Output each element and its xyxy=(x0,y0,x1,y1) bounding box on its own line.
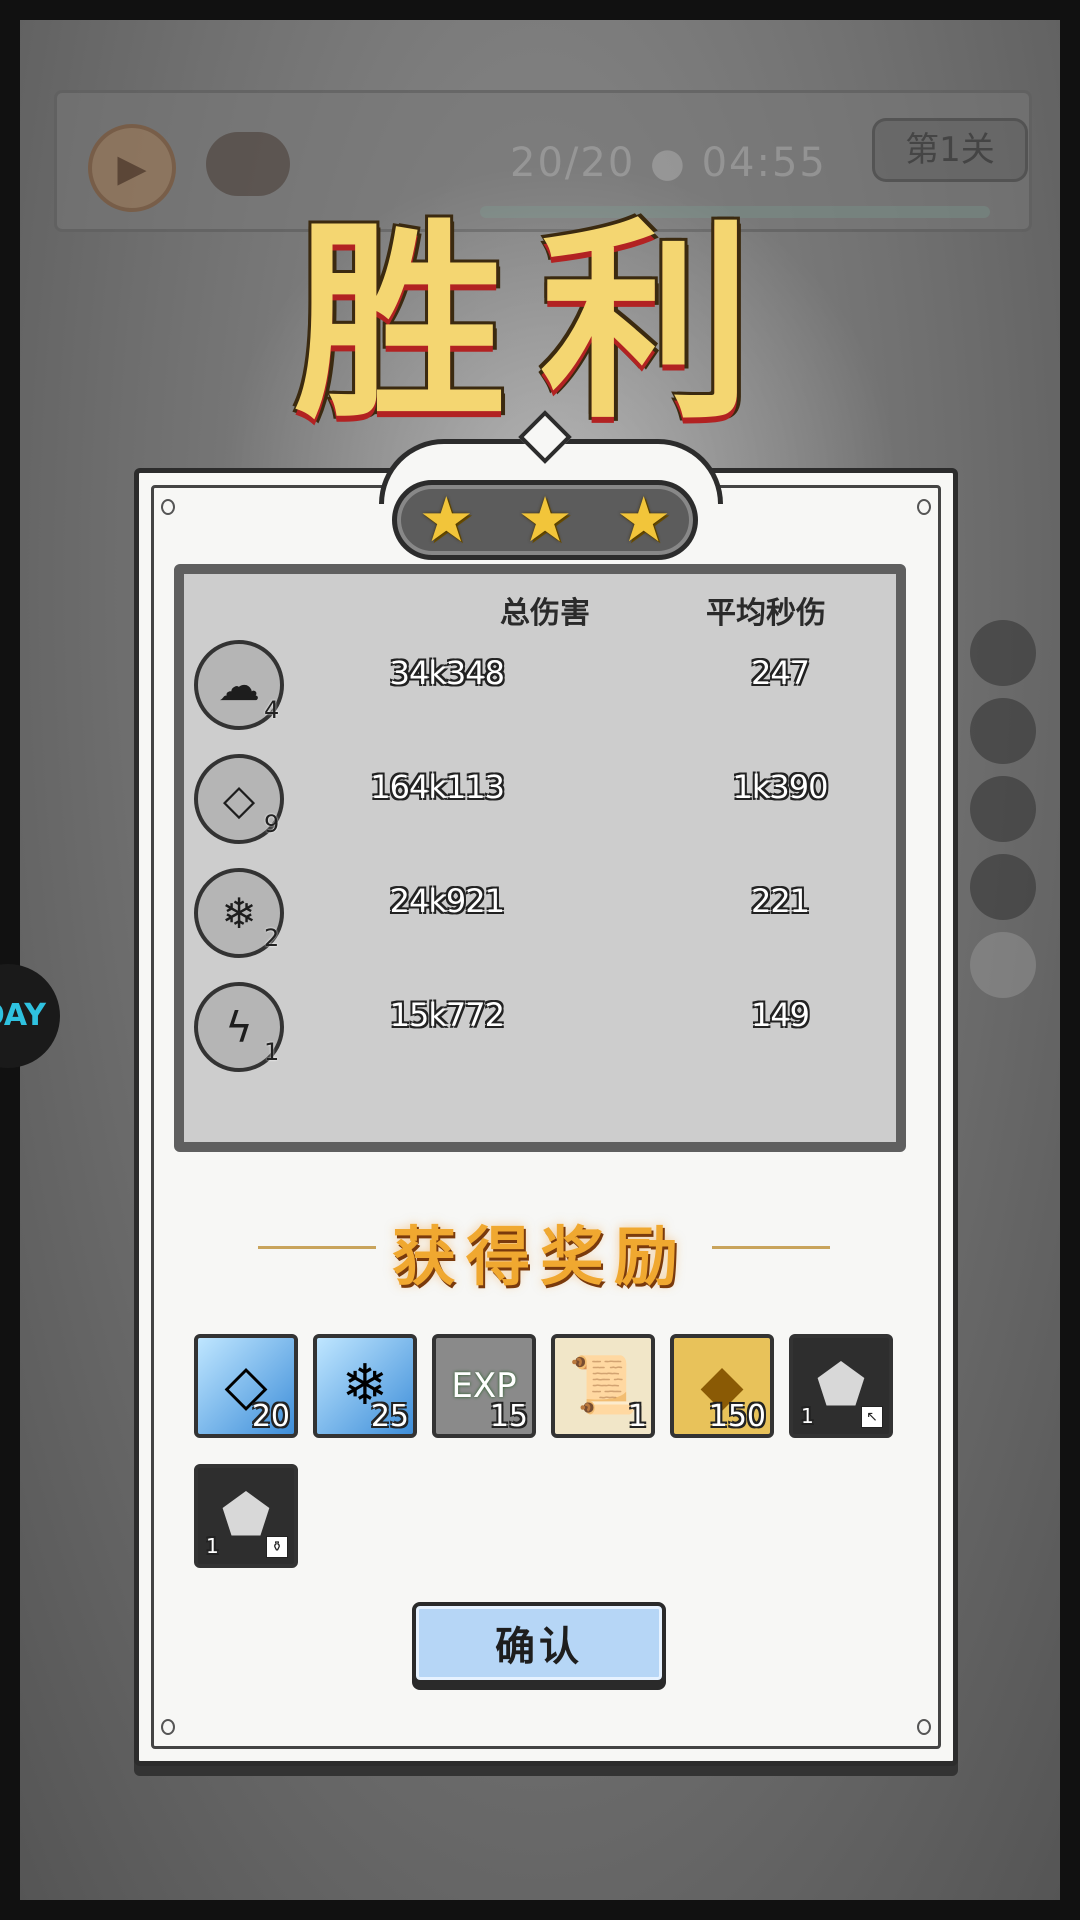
table-row: ☁ 4 34k348 247 xyxy=(194,640,874,732)
rewards-title: 获得奖励 xyxy=(392,1220,688,1295)
reward-count: 1 xyxy=(206,1534,219,1558)
header-average-dps: 平均秒伤 xyxy=(706,596,826,631)
skill-slot xyxy=(970,776,1036,842)
reward-count: 20 xyxy=(251,1399,290,1434)
reward-count: 1 xyxy=(627,1399,647,1434)
star-icon: ★ xyxy=(517,483,573,556)
skill-level: 9 xyxy=(264,810,280,838)
skill-slot xyxy=(970,854,1036,920)
total-damage-value: 15k772 xyxy=(389,996,505,1034)
skill-slot xyxy=(970,620,1036,686)
corner-rivet xyxy=(161,1719,175,1735)
reward-item[interactable]: 📜 1 xyxy=(551,1334,655,1438)
skill-level: 1 xyxy=(264,1038,280,1066)
total-damage-value: 34k348 xyxy=(389,654,505,692)
reward-item[interactable]: ❄ 25 xyxy=(313,1334,417,1438)
star-icon: ★ xyxy=(418,483,475,556)
total-damage-value: 24k921 xyxy=(389,882,505,920)
reward-count: 150 xyxy=(708,1399,766,1434)
type-marker-icon: ⚱ xyxy=(266,1536,288,1558)
dps-value: 149 xyxy=(750,996,810,1034)
ore-stone-icon: ⬟ xyxy=(221,1483,271,1548)
star-rating: ★ ★ ★ xyxy=(392,480,698,560)
type-marker-icon: ↖ xyxy=(861,1406,883,1428)
background-skill-slots xyxy=(970,620,1050,1010)
reward-item[interactable]: ⬟ 1 ↖ xyxy=(789,1334,893,1438)
reward-item[interactable]: ⬟ 1 ⚱ xyxy=(194,1464,298,1568)
reward-item[interactable]: EXP 15 xyxy=(432,1334,536,1438)
table-row: ◇ 9 164k113 1k390 xyxy=(194,754,874,846)
skill-level: 4 xyxy=(264,696,280,724)
star-icon: ★ xyxy=(615,483,672,556)
skill-level: 2 xyxy=(264,924,280,952)
victory-title: 胜利 xyxy=(294,198,786,447)
dps-value: 1k390 xyxy=(732,768,829,806)
table-row: ❄ 2 24k921 221 xyxy=(194,868,874,960)
corner-rivet xyxy=(917,1719,931,1735)
corner-rivet xyxy=(161,499,175,515)
total-damage-value: 164k113 xyxy=(370,768,505,806)
reward-count: 25 xyxy=(370,1399,409,1434)
reward-item[interactable]: ◆ 150 xyxy=(670,1334,774,1438)
skill-slot xyxy=(970,698,1036,764)
corner-rivet xyxy=(917,499,931,515)
ore-stone-icon: ⬟ xyxy=(816,1353,866,1418)
table-row: ϟ 1 15k772 149 xyxy=(194,982,874,1074)
skill-slot xyxy=(970,932,1036,998)
dps-value: 247 xyxy=(750,654,810,692)
reward-item[interactable]: ◇ 20 xyxy=(194,1334,298,1438)
dps-value: 221 xyxy=(750,882,810,920)
confirm-button[interactable]: 确认 xyxy=(412,1602,666,1684)
reward-count: 1 xyxy=(801,1404,814,1428)
reward-count: 15 xyxy=(489,1399,528,1434)
header-total-damage: 总伤害 xyxy=(500,596,590,631)
exp-orb-icon: EXP xyxy=(451,1366,517,1406)
